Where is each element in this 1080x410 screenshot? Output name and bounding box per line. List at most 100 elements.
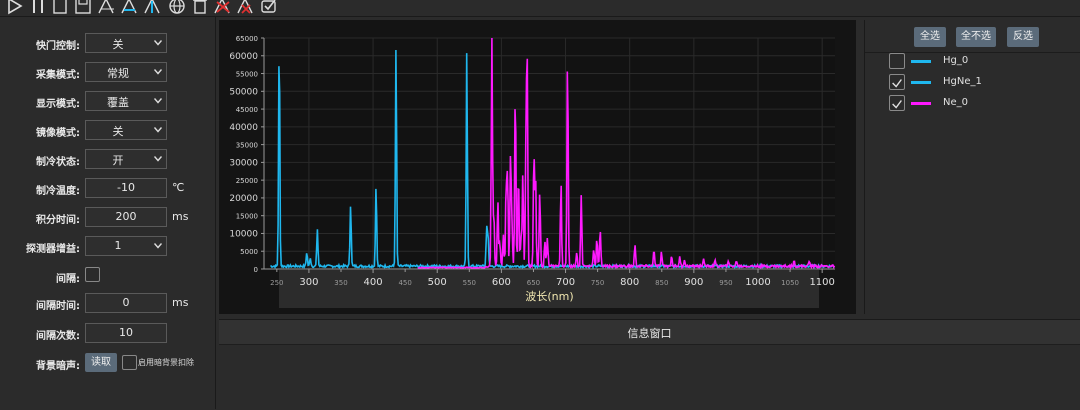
x-minor-tick-label: 950 [719, 279, 732, 287]
cool-temp-unit: ℃ [172, 181, 185, 194]
snapshot-icon[interactable] [259, 0, 279, 16]
x-tick-label: 400 [364, 277, 383, 288]
legend-swatch [911, 102, 931, 105]
cool-state-select[interactable]: 开 [85, 149, 167, 169]
y-tick-label: 30000 [229, 158, 258, 168]
y-tick-label: 45000 [236, 106, 258, 114]
legend-item-hg0[interactable]: Hg_0 [889, 53, 1069, 71]
info-header: 信息窗口 [219, 320, 1080, 345]
y-tick-label: 10000 [229, 229, 258, 239]
legend-swatch [911, 81, 931, 84]
x-minor-tick-label: 350 [334, 279, 347, 287]
legend-checkbox-hgne1[interactable] [889, 74, 905, 90]
shutter-select[interactable]: 关 [85, 33, 167, 53]
x-minor-tick-label: 450 [398, 279, 411, 287]
interval-checkbox[interactable] [85, 267, 100, 282]
info-window: 信息窗口 [219, 319, 1080, 410]
interval-time-label: 间隔时间: [36, 301, 80, 312]
acq-mode-label: 采集模式: [36, 70, 80, 81]
peak-clear-icon[interactable] [213, 0, 233, 16]
x-minor-tick-label: 550 [463, 279, 476, 287]
shutter-value: 关 [112, 38, 124, 51]
toolbar [0, 0, 1080, 17]
integ-time-input[interactable]: 200 [85, 207, 167, 227]
select-none-button[interactable]: 全不选 [956, 27, 996, 47]
dark-subtract-checkbox[interactable] [122, 355, 137, 370]
mirror-mode-value: 关 [112, 125, 124, 138]
info-title: 信息窗口 [627, 327, 672, 340]
legend-checkbox-hg0[interactable] [889, 53, 905, 69]
x-tick-label: 900 [684, 277, 703, 288]
legend-item-hgne1[interactable]: HgNe_1 [889, 74, 1069, 92]
x-axis-label: 波长(nm) [525, 290, 573, 303]
peak-icon[interactable] [97, 0, 117, 16]
display-mode-row: 显示模式: 覆盖 [0, 91, 215, 113]
spectrum-chart: 0 5000 10000 15000 20000 25000 30000 35000 40000… [229, 35, 836, 308]
interval-time-input[interactable]: 0 [85, 293, 167, 313]
play-icon[interactable] [5, 0, 25, 16]
new-file-icon[interactable] [50, 0, 70, 16]
interval-time-row: 间隔时间: 0 ms [0, 293, 215, 315]
peak-find-icon[interactable] [120, 0, 140, 16]
invert-selection-button[interactable]: 反选 [1007, 27, 1039, 47]
mirror-mode-select[interactable]: 关 [85, 120, 167, 140]
legend-panel: 全选 全不选 反选 Hg_0 HgNe_1 Ne_0 [864, 20, 1080, 314]
y-tick-label: 5000 [240, 248, 258, 256]
x-minor-tick-label: 850 [655, 279, 668, 287]
background-row: 背景暗声: 读取 启用暗背景扣除 [0, 353, 215, 375]
legend-name-hgne1: HgNe_1 [943, 76, 982, 87]
dark-subtract-label: 启用暗背景扣除 [138, 358, 194, 367]
trash-icon[interactable] [190, 0, 210, 16]
y-tick-label: 60000 [229, 52, 258, 62]
display-mode-select[interactable]: 覆盖 [85, 91, 167, 111]
x-tick-label: 800 [620, 277, 639, 288]
x-tick-label: 500 [428, 277, 447, 288]
chevron-down-icon [154, 156, 162, 162]
spectrum-plot[interactable]: 0 5000 10000 15000 20000 25000 30000 35000 40000… [219, 20, 856, 314]
checkmark-icon [892, 79, 902, 88]
acq-mode-value: 常规 [107, 67, 129, 80]
chevron-down-icon [154, 98, 162, 104]
peak-delete-icon[interactable] [236, 0, 256, 16]
chevron-down-icon [154, 127, 162, 133]
cool-state-row: 制冷状态: 开 [0, 149, 215, 171]
globe-icon[interactable] [167, 0, 187, 16]
chevron-down-icon [154, 40, 162, 46]
acq-mode-row: 采集模式: 常规 [0, 62, 215, 84]
interval-count-input[interactable]: 10 [85, 323, 167, 343]
x-minor-tick-label: 1050 [781, 279, 799, 287]
x-tick-label: 300 [299, 277, 318, 288]
read-background-button[interactable]: 读取 [85, 353, 117, 372]
display-mode-label: 显示模式: [36, 99, 80, 110]
x-tick-label: 600 [492, 277, 511, 288]
integ-time-row: 积分时间: 200 ms [0, 207, 215, 229]
pause-icon[interactable] [28, 0, 48, 16]
acq-mode-select[interactable]: 常规 [85, 62, 167, 82]
shutter-label: 快门控制: [36, 41, 80, 52]
checkmark-icon [892, 100, 902, 109]
y-tick-label: 20000 [229, 194, 258, 204]
cool-state-label: 制冷状态: [36, 157, 80, 168]
cool-temp-label: 制冷温度: [36, 186, 80, 197]
cool-temp-row: 制冷温度: -10 ℃ [0, 178, 215, 200]
interval-time-unit: ms [172, 296, 189, 309]
cool-state-value: 开 [112, 154, 124, 167]
interval-row: 间隔: [0, 266, 215, 288]
legend-checkbox-ne0[interactable] [889, 95, 905, 111]
chevron-down-icon [154, 243, 162, 249]
y-tick-label: 55000 [236, 71, 258, 79]
save-icon[interactable] [73, 0, 93, 16]
legend-item-ne0[interactable]: Ne_0 [889, 95, 1069, 113]
cool-temp-input[interactable]: -10 [85, 178, 167, 198]
peak-mark-icon[interactable] [143, 0, 163, 16]
gain-label: 探测器增益: [26, 244, 80, 255]
gain-value: 1 [114, 239, 122, 252]
y-tick-label: 0 [254, 266, 258, 274]
y-tick-label: 35000 [236, 142, 258, 150]
integ-time-label: 积分时间: [36, 215, 80, 226]
legend-name-ne0: Ne_0 [943, 97, 968, 108]
x-minor-tick-label: 750 [591, 279, 604, 287]
gain-select[interactable]: 1 [85, 236, 167, 256]
background-label: 背景暗声: [36, 361, 80, 372]
select-all-button[interactable]: 全选 [914, 27, 946, 47]
